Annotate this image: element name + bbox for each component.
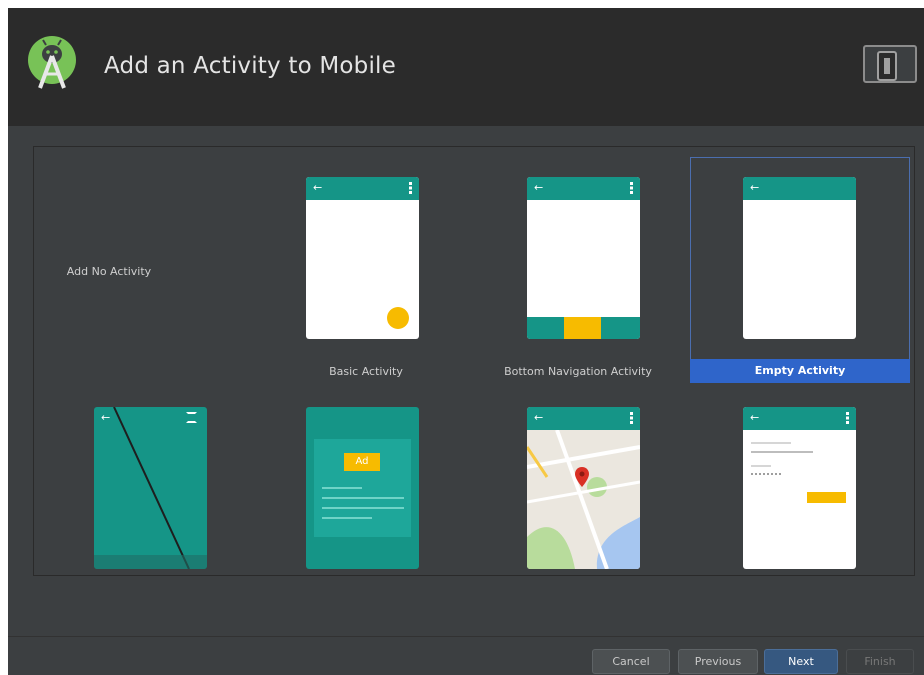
previous-button[interactable]: Previous — [678, 649, 758, 674]
tile-label: Empty Activity — [690, 359, 910, 383]
fullscreen-preview: ← — [94, 407, 207, 569]
fullscreen-diagonal — [94, 407, 207, 569]
activity-tile-fullscreen[interactable]: ← — [44, 395, 264, 569]
interstitial-ad-preview: Ad — [306, 407, 419, 569]
activity-tile-basic-activity[interactable]: ← Basic Activity — [256, 157, 476, 383]
basic-activity-preview: ← — [306, 177, 419, 339]
overflow-menu-icon — [630, 412, 633, 424]
arrow-back-icon: ← — [750, 411, 760, 424]
app-bar: ← — [306, 177, 419, 200]
login-preview: ← — [743, 407, 856, 569]
arrow-back-icon: ← — [101, 411, 111, 424]
activity-tile-add-no-activity[interactable]: Add No Activity — [44, 157, 264, 383]
ad-card: Ad — [314, 439, 411, 537]
ad-text-line — [322, 507, 404, 509]
login-field-line — [751, 451, 813, 453]
finish-button[interactable]: Finish — [846, 649, 914, 674]
dialog-title: Add an Activity to Mobile — [104, 53, 396, 79]
map-illustration — [527, 429, 640, 569]
app-bar: ← — [527, 407, 640, 430]
device-form-factor-icon — [863, 45, 917, 83]
maps-preview: ← — [527, 407, 640, 569]
map-pin-icon — [575, 467, 589, 487]
tile-label: Bottom Navigation Activity — [504, 365, 652, 378]
activity-tile-bottom-navigation-activity[interactable]: ← Bottom Navigation Activity — [468, 157, 688, 383]
overflow-menu-icon — [846, 412, 849, 424]
dialog-header: Add an Activity to Mobile — [8, 8, 924, 126]
overflow-menu-icon — [630, 182, 633, 194]
cancel-button[interactable]: Cancel — [592, 649, 670, 674]
login-button — [807, 492, 846, 503]
tile-label: Basic Activity — [329, 365, 403, 378]
bottom-navigation-bar — [527, 317, 640, 339]
activity-gallery: Add No Activity ← Basic Activity ← Botto… — [33, 146, 915, 576]
tile-label: Add No Activity — [66, 265, 152, 278]
fullscreen-icon — [186, 412, 197, 423]
footer-divider — [8, 636, 924, 637]
activity-tile-interstitial-ad[interactable]: Ad — [256, 395, 476, 569]
activity-tile-login[interactable]: ← — [690, 395, 910, 569]
arrow-back-icon: ← — [534, 181, 544, 194]
ad-badge: Ad — [344, 453, 380, 471]
empty-activity-preview: ← — [743, 177, 856, 339]
activity-tile-maps[interactable]: ← — [468, 395, 688, 569]
add-activity-dialog: Add an Activity to Mobile Add No Activit… — [8, 8, 924, 675]
bottom-nav-active-item — [564, 317, 601, 339]
fab-icon — [387, 307, 409, 329]
app-bar: ← — [743, 177, 856, 200]
android-studio-logo-icon — [28, 36, 76, 89]
ad-text-line — [322, 487, 362, 489]
ad-text-line — [322, 497, 404, 499]
login-field-line — [751, 465, 771, 467]
next-button[interactable]: Next — [764, 649, 838, 674]
arrow-back-icon: ← — [534, 411, 544, 424]
ad-text-line — [322, 517, 372, 519]
bottom-navigation-preview: ← — [527, 177, 640, 339]
app-bar: ← — [743, 407, 856, 430]
activity-tile-empty-activity[interactable]: ← Empty Activity — [690, 157, 910, 383]
login-field-line — [751, 442, 791, 444]
arrow-back-icon: ← — [313, 181, 323, 194]
overflow-menu-icon — [409, 182, 412, 194]
app-bar: ← — [527, 177, 640, 200]
arrow-back-icon: ← — [750, 181, 760, 194]
login-password-dots — [751, 473, 781, 475]
